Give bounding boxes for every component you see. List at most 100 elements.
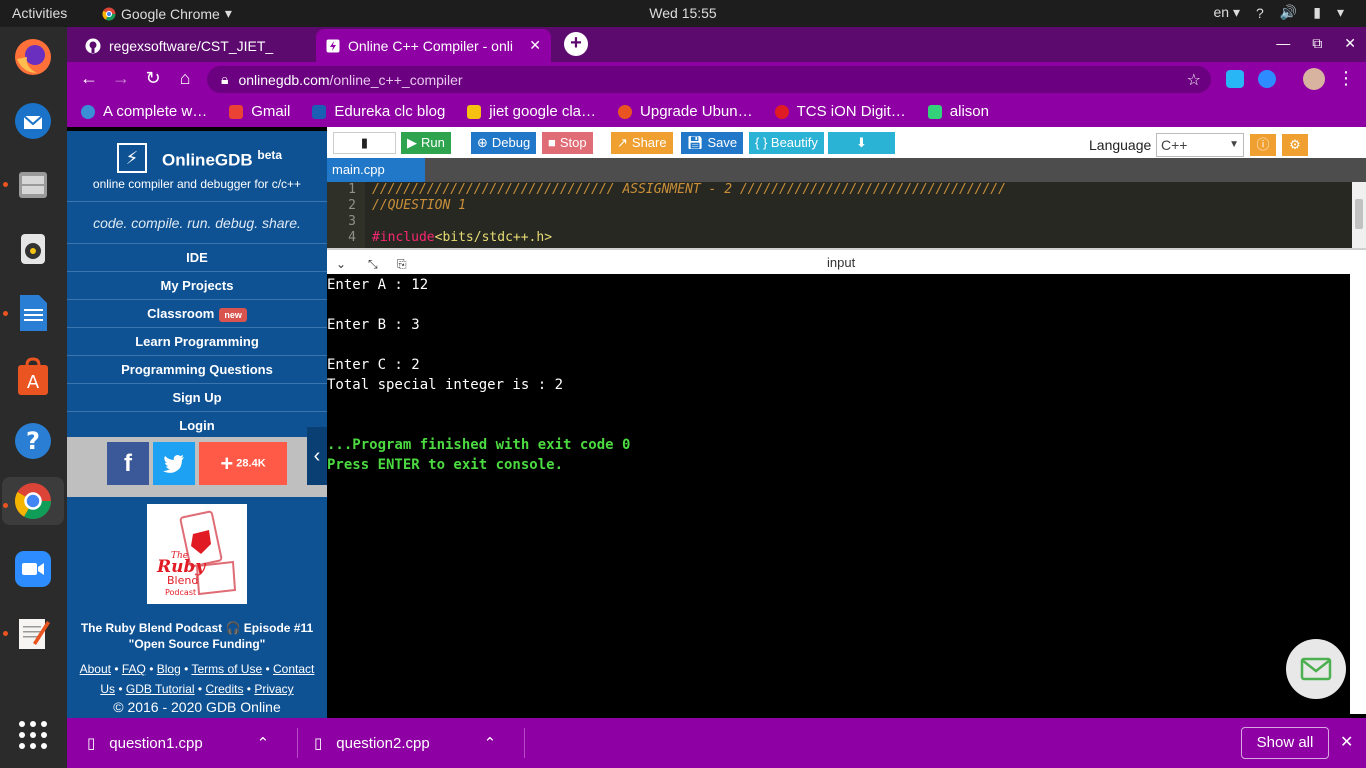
facebook-icon[interactable]: f	[107, 442, 149, 485]
writer-icon[interactable]	[9, 289, 57, 337]
app-menu[interactable]: Google Chrome ▾	[102, 5, 232, 22]
ad-caption[interactable]: The Ruby Blend Podcast 🎧 Episode #11 "Op…	[67, 620, 327, 652]
language-select[interactable]: C++ ▼	[1156, 133, 1244, 157]
battery-icon[interactable]: ▮	[1313, 4, 1321, 21]
show-applications-icon[interactable]	[9, 711, 57, 759]
divider	[297, 728, 298, 758]
new-file-button[interactable]: ▮	[333, 132, 396, 154]
footer-link-tutorial[interactable]: GDB Tutorial	[126, 682, 195, 696]
twitter-icon[interactable]	[153, 442, 195, 485]
share-button[interactable]: ↗ Share	[611, 132, 673, 154]
bookmark-star-icon[interactable]: ☆	[1187, 70, 1201, 90]
sidebar-item-classroom[interactable]: Classroom new	[67, 299, 327, 327]
firefox-icon[interactable]	[9, 33, 57, 81]
footer-link-terms[interactable]: Terms of Use	[191, 662, 262, 676]
software-center-icon[interactable]: A	[9, 353, 57, 401]
download-button[interactable]: ⬇	[828, 132, 895, 154]
home-icon[interactable]: ⌂	[174, 68, 196, 89]
download-item[interactable]: ▯ question2.cpp ⌃	[314, 718, 496, 768]
stop-button[interactable]: ■ Stop	[542, 132, 593, 154]
bookmark-item[interactable]: Upgrade Ubun…	[618, 103, 753, 120]
code-lines: /////////////////////////////// ASSIGNME…	[372, 182, 1006, 246]
ide-toolbar: ▮ ▶ Run ⊕ Debug ■ Stop ↗ Share 💾︎ Save { } Be…	[327, 127, 1366, 158]
console-output[interactable]: Enter A : 12 Enter B : 3 Enter C : 2 Tot…	[327, 274, 1366, 718]
rhythmbox-icon[interactable]	[9, 225, 57, 273]
code-editor[interactable]: 1 2 3 4 /////////////////////////////// …	[327, 182, 1366, 248]
footer-link-contact-us[interactable]: Us	[100, 682, 115, 696]
activities-button[interactable]: Activities	[12, 5, 67, 21]
info-icon[interactable]: ⓘ	[1250, 134, 1276, 156]
minimize-icon[interactable]: —	[1276, 35, 1290, 52]
scrollbar-thumb[interactable]	[1355, 199, 1363, 229]
copy-icon[interactable]: ⎘	[397, 257, 407, 272]
debug-button[interactable]: ⊕ Debug	[471, 132, 537, 154]
bookmark-item[interactable]: Edureka clc blog	[312, 103, 445, 120]
profile-avatar[interactable]	[1303, 68, 1325, 90]
maximize-icon[interactable]: ⧉	[1312, 35, 1322, 52]
bookmark-label: A complete w…	[103, 103, 208, 120]
footer-link-faq[interactable]: FAQ	[122, 662, 146, 676]
sidebar-item-login[interactable]: Login	[67, 411, 327, 439]
message-button[interactable]	[1286, 639, 1346, 699]
text-editor-icon[interactable]	[9, 609, 57, 657]
sidebar-item-programming-questions[interactable]: Programming Questions	[67, 355, 327, 383]
debug-icon: ⊕	[477, 135, 488, 150]
close-icon[interactable]: ✕	[1340, 732, 1353, 752]
menu-kebab-icon[interactable]: ⋮	[1335, 68, 1357, 89]
download-item[interactable]: ▯ question1.cpp ⌃	[87, 718, 269, 768]
beautify-button[interactable]: { } Beautify	[749, 132, 824, 154]
sidebar-item-learn-programming[interactable]: Learn Programming	[67, 327, 327, 355]
footer-link-credits[interactable]: Credits	[205, 682, 243, 696]
sidebar-item-my-projects[interactable]: My Projects	[67, 271, 327, 299]
footer-link-privacy[interactable]: Privacy	[254, 682, 293, 696]
run-button[interactable]: ▶ Run	[401, 132, 451, 154]
translate-extension-icon[interactable]	[1226, 70, 1244, 88]
show-all-button[interactable]: Show all	[1241, 727, 1329, 759]
expand-icon[interactable]: ⤡	[368, 257, 378, 272]
chrome-icon[interactable]	[2, 477, 64, 525]
logo[interactable]: ⚡︎ OnlineGDB beta online compiler and de…	[67, 131, 327, 201]
keyboard-layout[interactable]: en ▾	[1214, 4, 1241, 21]
reload-icon[interactable]: ↻	[142, 68, 164, 89]
footer-link-about[interactable]: About	[80, 662, 111, 676]
gear-icon[interactable]: ⚙	[1282, 134, 1308, 156]
sidebar-item-ide[interactable]: IDE	[67, 243, 327, 271]
chevron-up-icon[interactable]: ⌃	[257, 734, 270, 752]
footer-link-contact[interactable]: Contact	[273, 662, 314, 676]
chevron-up-icon[interactable]: ⌃	[484, 734, 497, 752]
help-icon[interactable]: ?	[9, 417, 57, 465]
console-scrollbar[interactable]	[1350, 274, 1366, 714]
sidebar-item-sign-up[interactable]: Sign Up	[67, 383, 327, 411]
tab-main-cpp[interactable]: main.cpp	[327, 158, 425, 182]
svg-text:?: ?	[26, 427, 40, 455]
new-tab-button[interactable]: +	[564, 32, 588, 56]
chevron-down-icon[interactable]: ⌄	[336, 257, 346, 271]
bookmark-item[interactable]: Gmail	[229, 103, 290, 120]
bookmark-item[interactable]: TCS iON Digit…	[774, 103, 906, 120]
close-tab-icon[interactable]: ✕	[529, 37, 541, 54]
bookmark-item[interactable]: jiet google cla…	[467, 103, 596, 120]
close-window-icon[interactable]: ✕	[1344, 35, 1356, 52]
bookmark-item[interactable]: alison	[927, 103, 989, 120]
zoom-icon[interactable]	[9, 545, 57, 593]
line-number: 4	[348, 230, 356, 245]
files-icon[interactable]	[9, 161, 57, 209]
tab-onlinegdb[interactable]: Online C++ Compiler - onli ✕	[316, 29, 551, 62]
tab-github[interactable]: regexsoftware/CST_JIET_	[75, 29, 315, 62]
bookmark-item[interactable]: A complete w…	[81, 103, 207, 120]
forward-icon[interactable]: →	[110, 68, 132, 89]
thunderbird-icon[interactable]	[9, 97, 57, 145]
save-button[interactable]: 💾︎ Save	[681, 132, 744, 154]
system-menu-chevron-icon[interactable]: ▾	[1337, 4, 1344, 21]
volume-icon[interactable]: 🔊	[1280, 4, 1297, 21]
address-bar[interactable]: 🔒︎ onlinegdb.com/online_c++_compiler ☆	[207, 66, 1211, 93]
ruby-blend-podcast-logo[interactable]: The Ruby Blend Podcast	[147, 504, 247, 604]
collapse-sidebar-button[interactable]: ‹	[307, 427, 327, 485]
gmail-icon	[229, 104, 244, 119]
editor-scrollbar[interactable]	[1352, 182, 1366, 248]
help-icon[interactable]: ?	[1256, 5, 1264, 21]
back-icon[interactable]: ←	[78, 68, 100, 89]
footer-link-blog[interactable]: Blog	[157, 662, 181, 676]
share-count-button[interactable]: + 28.4K	[199, 442, 287, 485]
zoom-extension-icon[interactable]	[1258, 70, 1276, 88]
